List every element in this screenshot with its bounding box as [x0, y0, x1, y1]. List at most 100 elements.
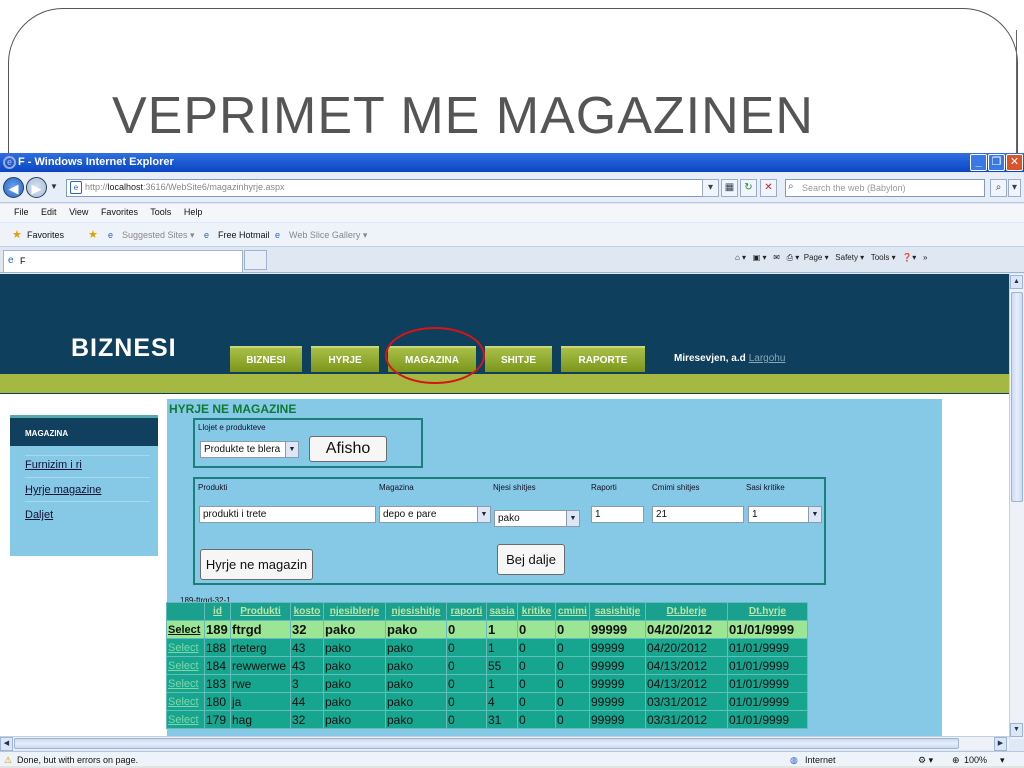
search-options-icon[interactable]: ▾ [1008, 179, 1021, 197]
table-cell: 03/31/2012 [645, 692, 728, 711]
window-title: F - Windows Internet Explorer [18, 156, 174, 168]
scroll-down-icon[interactable]: ▼ [1010, 723, 1023, 737]
mail-icon[interactable]: ✉ [773, 253, 780, 262]
nav-tab-raporte[interactable]: RAPORTE [561, 346, 645, 372]
critical-qty-select[interactable]: 1 ▼ [748, 506, 822, 523]
row-select-link[interactable]: Select [166, 710, 205, 729]
menu-edit[interactable]: Edit [41, 207, 57, 217]
help-icon[interactable]: ❓▾ [902, 253, 916, 262]
grid-header[interactable]: njesiblerje [323, 602, 386, 621]
compatibility-icon[interactable]: ▦ [721, 179, 738, 197]
grid-header[interactable]: Dt.hyrje [727, 602, 808, 621]
protected-mode-icon[interactable]: ⚙ ▾ [918, 755, 933, 766]
warehouse-select[interactable]: depo e pare ▼ [379, 506, 491, 523]
sale-price-input[interactable]: 21 [652, 506, 744, 523]
warning-icon[interactable]: ⚠ [4, 755, 12, 766]
ratio-label: Raporti [591, 483, 617, 492]
address-prefix: http:// [85, 182, 108, 192]
grid-header[interactable]: kosto [290, 602, 324, 621]
tools-menu[interactable]: Tools ▾ [871, 253, 896, 262]
product-type-select[interactable]: Produkte te blera ▼ [200, 441, 299, 458]
menu-file[interactable]: File [14, 207, 29, 217]
grid-header[interactable]: sasia [486, 602, 518, 621]
new-tab-button[interactable] [244, 250, 267, 270]
grid-header[interactable]: Produkti [230, 602, 291, 621]
page-menu[interactable]: Page ▾ [804, 253, 829, 262]
exit-button[interactable]: Bej dalje [497, 544, 565, 575]
print-icon[interactable]: ⎙ ▾ [787, 253, 800, 262]
grid-header[interactable]: cmimi [555, 602, 590, 621]
sidebar-item-hyrje-magazine[interactable]: Hyrje magazine [25, 484, 101, 496]
menu-favorites[interactable]: Favorites [101, 207, 138, 217]
nav-tab-biznesi[interactable]: BIZNESI [230, 346, 302, 372]
address-bar[interactable]: http://localhost:3616/WebSite6/magazinhy… [66, 179, 716, 197]
row-select-link[interactable]: Select [166, 620, 205, 639]
row-select-link[interactable]: Select [166, 638, 205, 657]
back-button[interactable]: ◀ [3, 177, 24, 198]
row-select-link[interactable]: Select [166, 674, 205, 693]
grid-header[interactable]: kritike [517, 602, 556, 621]
grid-header[interactable]: Dt.blerje [645, 602, 728, 621]
scroll-left-icon[interactable]: ◀ [0, 737, 13, 751]
favorites-button[interactable]: Favorites [27, 230, 64, 240]
add-favorite-icon[interactable]: ★ [88, 228, 98, 241]
table-cell: 99999 [589, 692, 646, 711]
safety-menu[interactable]: Safety ▾ [835, 253, 864, 262]
sale-unit-label: Njesi shitjes [493, 483, 536, 492]
table-cell: 0 [446, 656, 487, 675]
scroll-right-icon[interactable]: ▶ [994, 737, 1007, 751]
row-select-link[interactable]: Select [166, 656, 205, 675]
nav-tab-hyrje[interactable]: HYRJE [311, 346, 379, 372]
grid-header[interactable]: njesishitje [385, 602, 447, 621]
browser-tab[interactable]: e F [3, 250, 243, 272]
table-cell: 0 [555, 656, 590, 675]
stop-icon[interactable]: ✕ [760, 179, 777, 197]
search-button[interactable]: ⌕ [990, 179, 1007, 197]
table-cell: 01/01/9999 [727, 710, 808, 729]
table-cell: rewwerwe [230, 656, 291, 675]
horizontal-scroll-thumb[interactable] [14, 738, 959, 749]
address-dropdown-icon[interactable]: ▾ [702, 179, 719, 197]
history-dropdown-icon[interactable]: ▼ [50, 182, 58, 191]
suggested-sites-link[interactable]: Suggested Sites ▾ [122, 230, 195, 241]
row-select-link[interactable]: Select [166, 692, 205, 711]
sidebar-item-daljet[interactable]: Daljet [25, 509, 53, 521]
web-slice-icon: e [275, 230, 281, 240]
vertical-scrollbar[interactable]: ▲ ▼ [1009, 274, 1024, 739]
feeds-icon[interactable]: ▣ ▾ [753, 253, 767, 262]
sidebar-item-furnizim[interactable]: Furnizim i ri [25, 459, 82, 471]
scroll-up-icon[interactable]: ▲ [1010, 275, 1023, 289]
grid-header[interactable]: sasishitje [589, 602, 646, 621]
table-cell: 04/13/2012 [645, 656, 728, 675]
forward-button[interactable]: ▶ [26, 177, 47, 198]
hotmail-icon: e [204, 230, 210, 240]
close-button[interactable]: ✕ [1006, 154, 1023, 171]
vertical-scroll-thumb[interactable] [1011, 292, 1023, 502]
maximize-button[interactable]: ❐ [988, 154, 1005, 171]
zoom-dropdown-icon[interactable]: ▾ [1000, 755, 1005, 766]
home-icon[interactable]: ⌂ ▾ [735, 253, 746, 262]
menu-view[interactable]: View [69, 207, 88, 217]
logout-link[interactable]: Largohu [749, 353, 786, 364]
sale-unit-select[interactable]: pako ▼ [494, 510, 580, 527]
minimize-button[interactable]: _ [970, 154, 987, 171]
horizontal-scrollbar[interactable]: ◀ ▶ [0, 736, 1009, 751]
grid-header[interactable]: raporti [446, 602, 487, 621]
table-cell: 184 [204, 656, 231, 675]
more-commands-icon[interactable]: » [923, 253, 927, 262]
ratio-input[interactable]: 1 [591, 506, 644, 523]
globe-icon: ◍ [790, 755, 798, 765]
web-slice-gallery-link[interactable]: Web Slice Gallery ▾ [289, 230, 367, 241]
product-input[interactable]: produkti i trete [199, 506, 376, 523]
zoom-level[interactable]: 100% [964, 755, 987, 765]
show-button[interactable]: Afisho [309, 436, 387, 462]
enter-warehouse-button[interactable]: Hyrje ne magazin [200, 549, 313, 580]
table-cell: 189 [204, 620, 231, 639]
menu-help[interactable]: Help [184, 207, 203, 217]
search-input[interactable]: Search the web (Babylon) [785, 179, 985, 197]
refresh-icon[interactable]: ↻ [740, 179, 757, 197]
menu-tools[interactable]: Tools [150, 207, 171, 217]
nav-tab-shitje[interactable]: SHITJE [485, 346, 552, 372]
grid-header[interactable]: id [204, 602, 231, 621]
free-hotmail-link[interactable]: Free Hotmail [218, 230, 270, 240]
